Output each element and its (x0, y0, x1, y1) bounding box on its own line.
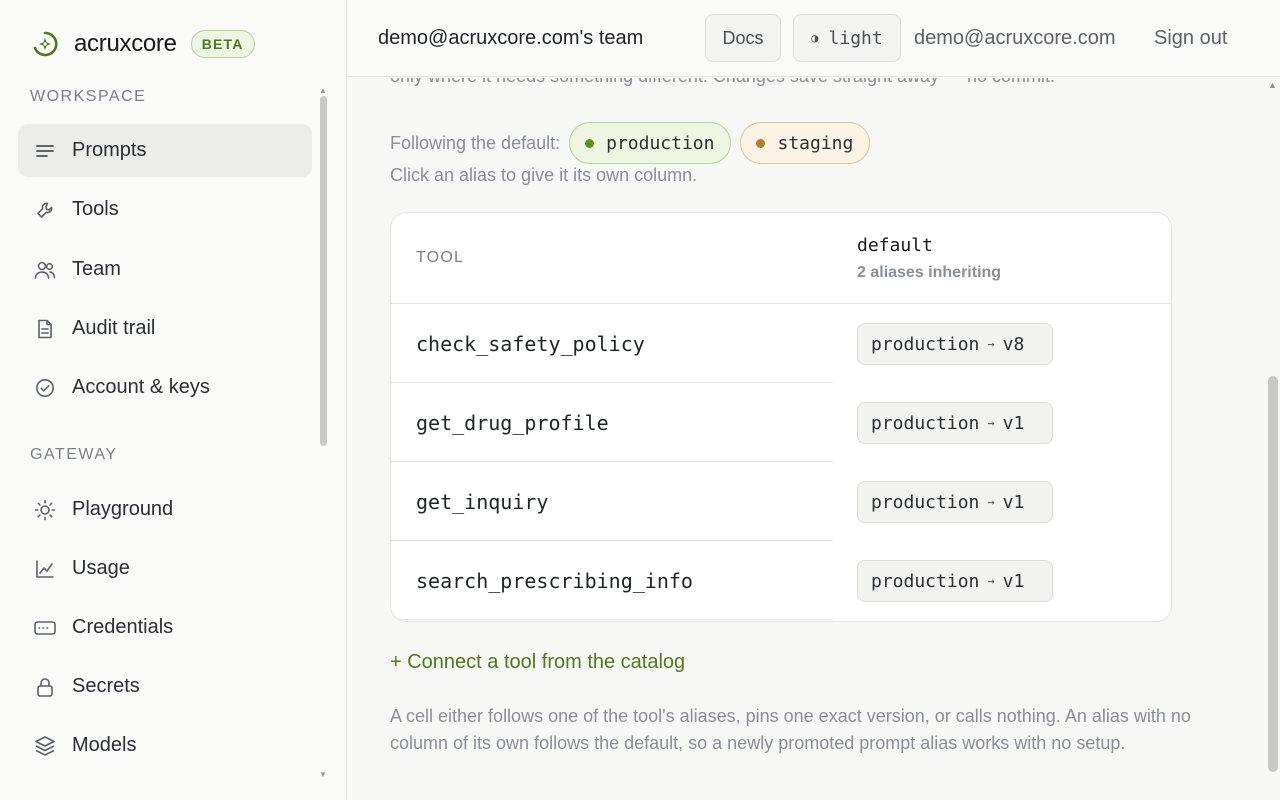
scroll-up-arrow-icon[interactable]: ▲ (1268, 80, 1277, 90)
table-row: get_inquiry production → v1 (391, 462, 1171, 541)
following-default-row: Following the default: production stagin… (390, 122, 871, 164)
table-row: search_prescribing_info production → v1 (391, 541, 1171, 620)
alias-label: production (606, 132, 715, 154)
brand[interactable]: acruxcore BETA (30, 26, 255, 62)
sidebar-item-account-keys[interactable]: Account & keys (18, 361, 312, 414)
pin-alias: production (871, 333, 980, 355)
sidebar-item-prompts[interactable]: Prompts (18, 124, 312, 177)
sidebar-item-label: Account & keys (72, 376, 210, 398)
pin-alias: production (871, 412, 980, 434)
lock-icon (34, 676, 56, 698)
sidebar-scrollbar[interactable] (320, 96, 327, 446)
version-pin-button[interactable]: production → v8 (857, 323, 1053, 365)
sidebar-item-label: Credentials (72, 616, 174, 638)
sidebar-item-label: Team (72, 258, 121, 280)
sidebar-item-label: Audit trail (72, 317, 156, 339)
scroll-down-arrow-icon[interactable]: ▼ (319, 770, 327, 779)
tool-name: get_drug_profile (416, 411, 609, 435)
sidebar-item-secrets[interactable]: Secrets (18, 660, 312, 713)
alias-chip-production[interactable]: production (569, 122, 732, 164)
beta-badge: BETA (190, 30, 255, 58)
section-title-gateway: GATEWAY (30, 446, 118, 463)
pin-alias: production (871, 570, 980, 592)
section-title-workspace: WORKSPACE (30, 88, 147, 105)
sidebar-item-usage[interactable]: Usage (18, 542, 312, 595)
description-text: only where it needs something different.… (390, 78, 1055, 87)
arrow-right-icon: → (987, 337, 995, 351)
card-icon (34, 617, 56, 639)
version-pin-button[interactable]: production → v1 (857, 481, 1053, 523)
sidebar-item-label: Tools (72, 198, 119, 220)
following-label: Following the default: (390, 132, 561, 153)
sidebar-item-credentials[interactable]: Credentials (18, 601, 312, 654)
sidebar-item-label: Secrets (72, 675, 140, 697)
check-circle-icon (34, 377, 56, 399)
column-header-tool: TOOL (416, 249, 465, 266)
version-pin-button[interactable]: production → v1 (857, 560, 1053, 602)
layers-icon (34, 735, 56, 757)
pin-version: v1 (1002, 412, 1025, 434)
tool-name: check_safety_policy (416, 332, 645, 356)
scroll-up-arrow-icon[interactable]: ▲ (319, 86, 327, 95)
main-content: only where it needs something different.… (348, 78, 1266, 800)
arrow-right-icon: → (987, 495, 995, 509)
table-row: get_drug_profile production → v1 (391, 383, 1171, 462)
sidebar-item-tools[interactable]: Tools (18, 183, 312, 236)
status-dot-icon (756, 138, 766, 148)
alias-chip-staging[interactable]: staging (740, 122, 871, 164)
arrow-right-icon: → (987, 416, 995, 430)
top-header: demo@acruxcore.com's team Docs ◑ light d… (348, 0, 1280, 77)
half-circle-icon: ◑ (811, 31, 819, 45)
table-row: check_safety_policy production → v8 (391, 304, 1171, 383)
pin-version: v1 (1002, 491, 1025, 513)
sidebar-item-playground[interactable]: Playground (18, 483, 312, 536)
user-email: demo@acruxcore.com (914, 27, 1116, 49)
lines-icon (34, 140, 56, 162)
page-scrollbar-thumb[interactable] (1268, 376, 1278, 772)
crosshair-star-icon (30, 29, 60, 59)
sidebar: acruxcore BETA WORKSPACE Prompts Tools T… (0, 0, 347, 800)
alias-hint: Click an alias to give it its own column… (390, 165, 698, 185)
connect-tool-link[interactable]: + Connect a tool from the catalog (390, 651, 685, 674)
people-icon (34, 259, 56, 281)
tool-name: get_inquiry (416, 490, 549, 514)
sidebar-item-models[interactable]: Models (18, 719, 312, 772)
docs-button[interactable]: Docs (705, 14, 781, 62)
sign-out-link[interactable]: Sign out (1154, 27, 1227, 50)
arrow-right-icon: → (987, 574, 995, 588)
pin-version: v1 (1002, 570, 1025, 592)
pin-version: v8 (1002, 333, 1025, 355)
divider (391, 619, 833, 620)
docs-button-label: Docs (722, 27, 764, 48)
sidebar-item-audit-trail[interactable]: Audit trail (18, 302, 312, 355)
alias-label: staging (777, 132, 854, 154)
sun-icon (34, 499, 56, 521)
theme-toggle-button[interactable]: ◑ light (793, 14, 901, 62)
sidebar-item-label: Models (72, 734, 137, 756)
brand-name: acruxcore (74, 30, 177, 57)
sidebar-item-label: Playground (72, 498, 174, 520)
column-header-subtitle: 2 aliases inheriting (857, 264, 1002, 281)
wrench-icon (34, 199, 56, 221)
team-name: demo@acruxcore.com's team (378, 27, 644, 49)
pin-alias: production (871, 491, 980, 513)
theme-label: light (828, 27, 883, 49)
document-icon (34, 318, 56, 340)
sidebar-item-team[interactable]: Team (18, 243, 312, 296)
sidebar-item-label: Prompts (72, 139, 147, 161)
status-dot-icon (585, 138, 595, 148)
tool-name: search_prescribing_info (416, 569, 693, 593)
version-pin-button[interactable]: production → v1 (857, 402, 1053, 444)
sidebar-item-label: Usage (72, 557, 130, 579)
chart-line-icon (34, 558, 56, 580)
footnote-text: A cell either follows one of the tool's … (390, 706, 1191, 753)
tools-table: TOOL default 2 aliases inheriting check_… (390, 212, 1172, 622)
column-header-default: default (857, 235, 933, 256)
